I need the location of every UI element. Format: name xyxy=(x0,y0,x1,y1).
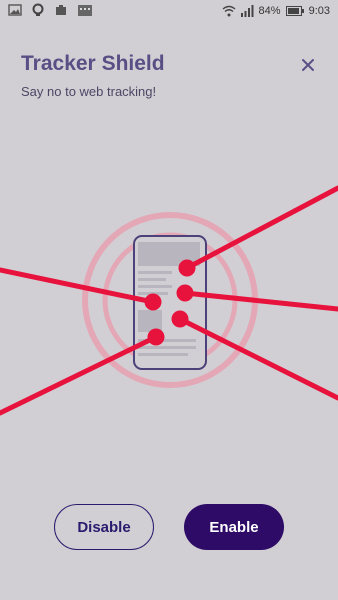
wifi-icon xyxy=(222,5,235,17)
battery-icon xyxy=(285,6,304,16)
close-icon[interactable] xyxy=(298,55,318,75)
disable-button[interactable]: Disable xyxy=(54,504,154,550)
location-icon xyxy=(32,3,44,16)
image-icon xyxy=(8,4,22,16)
status-bar: 84% 9:03 xyxy=(0,0,338,24)
clock: 9:03 xyxy=(308,5,330,17)
enable-button[interactable]: Enable xyxy=(184,504,284,550)
calendar-icon xyxy=(78,5,92,16)
page-title: Tracker Shield xyxy=(21,52,165,75)
puzzle-icon xyxy=(56,5,66,15)
battery-percent: 84% xyxy=(258,5,281,17)
page-subtitle: Say no to web tracking! xyxy=(21,84,157,99)
signal-icon xyxy=(240,5,254,17)
tracker-illustration xyxy=(0,185,338,416)
